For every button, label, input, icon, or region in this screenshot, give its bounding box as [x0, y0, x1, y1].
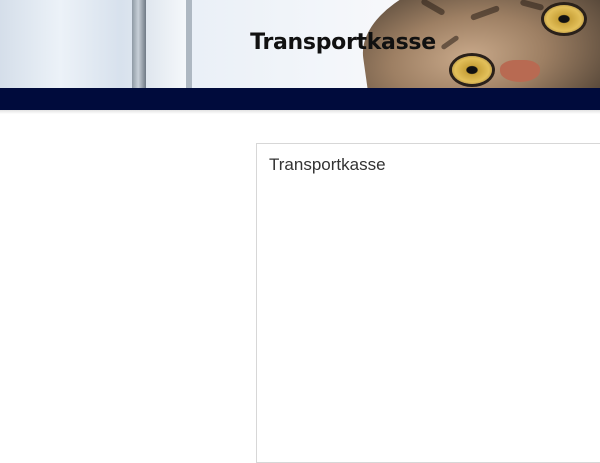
- header-banner: Transportkasse: [0, 0, 600, 88]
- cat-nose: [500, 60, 540, 82]
- navigation-bar: [0, 88, 600, 110]
- cat-eye-left: [452, 56, 492, 84]
- site-title[interactable]: Transportkasse: [0, 30, 600, 55]
- cat-eye-right: [544, 5, 584, 33]
- content-box: Transportkasse: [256, 143, 600, 463]
- content-box-title: Transportkasse: [269, 155, 386, 174]
- nav-bar-shadow: [0, 110, 600, 114]
